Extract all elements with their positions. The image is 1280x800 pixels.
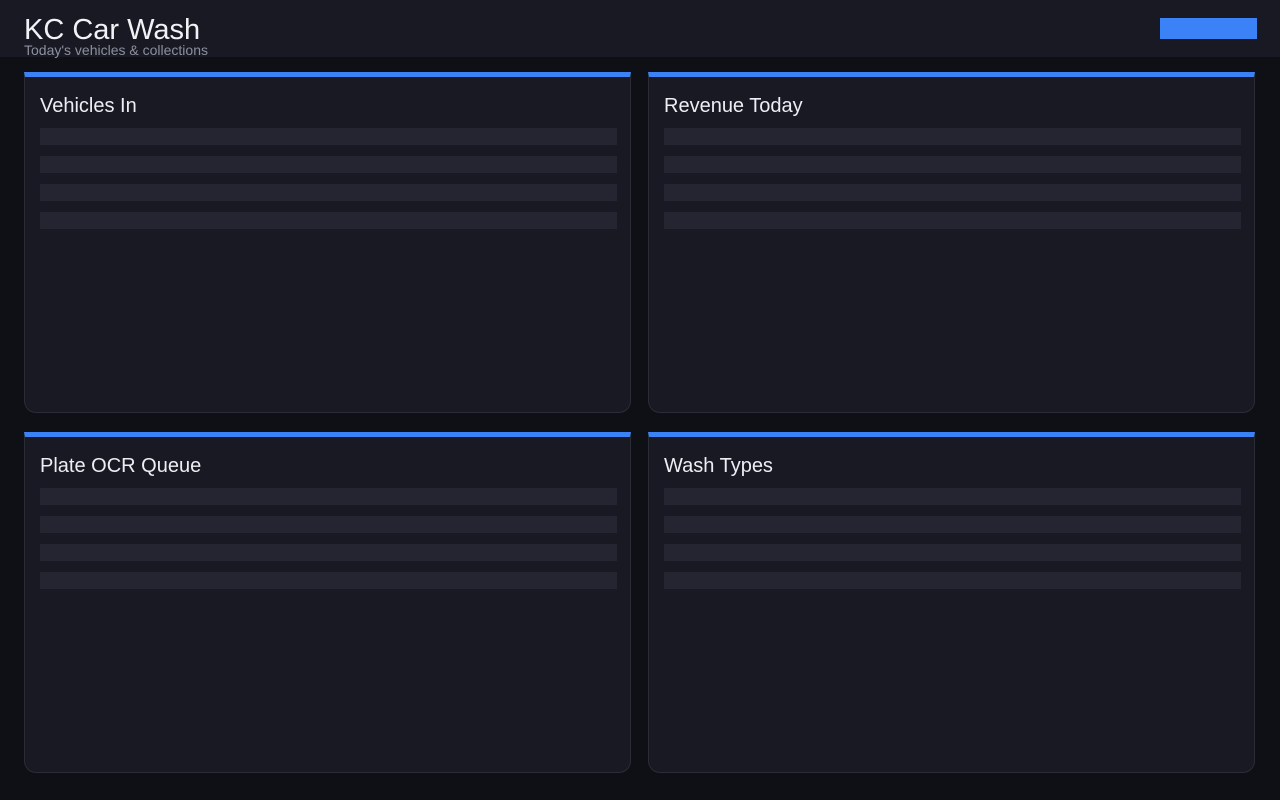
panel-title: Wash Types (664, 455, 773, 477)
skeleton-row (40, 544, 617, 561)
skeleton-row (40, 488, 617, 505)
panel-title: Plate OCR Queue (40, 455, 202, 477)
panel-vehicles-in: Vehicles In (24, 72, 631, 413)
app-header: KC Car Wash Today's vehicles & collectio… (0, 0, 1280, 58)
panel-wash-types: Wash Types (648, 432, 1255, 773)
skeleton-row (664, 128, 1241, 145)
skeleton-row (664, 156, 1241, 173)
skeleton-row (40, 128, 617, 145)
panel-revenue-today: Revenue Today (648, 72, 1255, 413)
app-subtitle: Today's vehicles & collections (24, 42, 208, 58)
skeleton-row (40, 572, 617, 589)
panel-plate-ocr-queue: Plate OCR Queue (24, 432, 631, 773)
skeleton-row (40, 516, 617, 533)
skeleton-row (664, 544, 1241, 561)
skeleton-row (664, 184, 1241, 201)
skeleton-row (664, 212, 1241, 229)
skeleton-row (664, 516, 1241, 533)
skeleton-row (40, 156, 617, 173)
skeleton-row (40, 184, 617, 201)
panel-title: Vehicles In (40, 95, 137, 117)
panel-title: Revenue Today (664, 95, 803, 117)
skeleton-row (40, 212, 617, 229)
header-action-button[interactable] (1160, 18, 1257, 39)
skeleton-row (664, 488, 1241, 505)
skeleton-row (664, 572, 1241, 589)
